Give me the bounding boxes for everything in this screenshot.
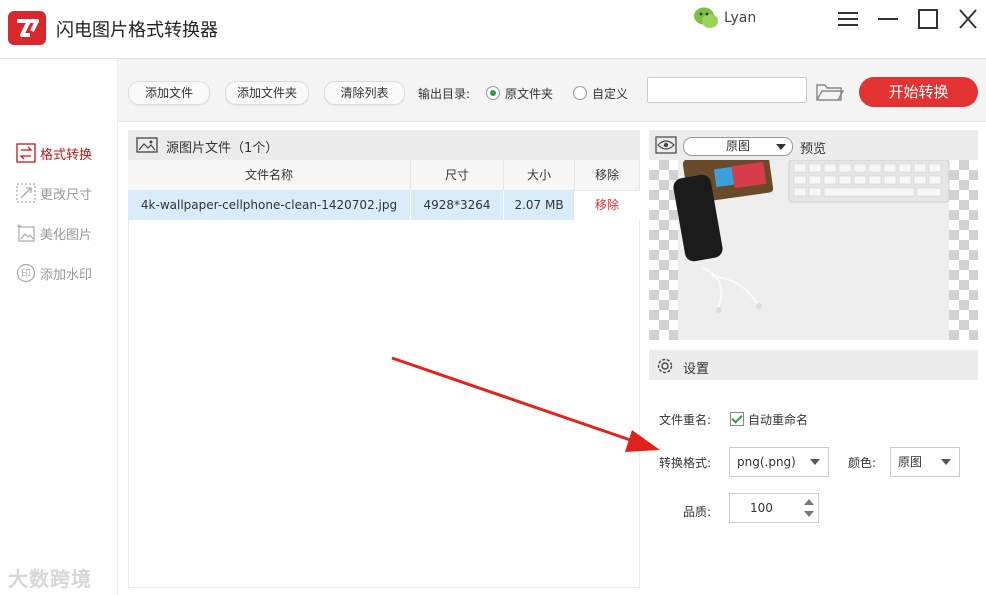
format-value: png(.png) xyxy=(737,455,796,469)
chevron-down-icon xyxy=(810,459,820,465)
app-title: 闪电图片格式转换器 xyxy=(56,20,218,41)
resize-icon xyxy=(16,183,36,203)
sidebar-item-resize[interactable]: 更改尺寸 xyxy=(16,181,116,205)
settings-title: 设置 xyxy=(683,362,710,377)
color-value: 原图 xyxy=(898,455,923,469)
file-list-title: 源图片文件（1个） xyxy=(166,141,279,156)
radio-source-folder[interactable] xyxy=(486,86,500,100)
sidebar-item-watermark[interactable]: 印 添加水印 xyxy=(16,261,116,285)
add-folder-button[interactable]: 添加文件夹 xyxy=(225,81,309,105)
stepper-up-icon[interactable] xyxy=(804,499,814,505)
annotation-arrow-icon xyxy=(391,356,660,452)
add-file-button[interactable]: 添加文件 xyxy=(128,81,210,105)
radio-source-label[interactable]: 原文件夹 xyxy=(505,85,553,102)
color-label: 颜色: xyxy=(848,456,877,470)
output-path-input[interactable] xyxy=(647,77,807,103)
folder-icon[interactable] xyxy=(815,80,845,102)
user-name[interactable]: Lyan xyxy=(724,10,756,26)
chevron-down-icon xyxy=(941,459,951,465)
quality-label: 品质: xyxy=(683,505,712,519)
column-header-remove: 移除 xyxy=(575,160,640,191)
swap-icon xyxy=(16,143,36,163)
file-name-cell: 4k-wallpaper-cellphone-clean-1420702.jpg xyxy=(128,191,411,220)
menu-icon[interactable] xyxy=(836,8,860,30)
eye-icon xyxy=(655,136,677,154)
watermark-text: 大数跨境 xyxy=(8,567,92,591)
sidebar-item-label: 更改尺寸 xyxy=(40,188,93,203)
auto-rename-checkbox[interactable] xyxy=(730,412,744,426)
column-header-name[interactable]: 文件名称 xyxy=(128,160,411,191)
stepper-down-icon[interactable] xyxy=(804,511,814,517)
auto-rename-label[interactable]: 自动重命名 xyxy=(748,411,808,428)
quality-stepper[interactable]: 100 xyxy=(729,493,819,523)
column-header-size[interactable]: 大小 xyxy=(504,160,575,191)
clear-list-button[interactable]: 清除列表 xyxy=(324,81,405,105)
maximize-icon[interactable] xyxy=(916,8,940,30)
color-select[interactable]: 原图 xyxy=(890,447,960,477)
watermark-icon: 印 xyxy=(16,263,36,283)
sidebar-item-label: 美化图片 xyxy=(40,228,93,243)
sidebar-item-label: 添加水印 xyxy=(40,268,93,283)
preview-image xyxy=(649,160,978,340)
preview-mode-select[interactable]: 原图 xyxy=(683,137,793,156)
output-dir-label: 输出目录: xyxy=(418,87,471,101)
chevron-down-icon xyxy=(776,144,786,150)
sidebar-item-beautify[interactable]: 美化图片 xyxy=(16,221,116,245)
remove-link[interactable]: 移除 xyxy=(575,191,640,220)
beautify-icon xyxy=(16,223,36,243)
app-logo xyxy=(8,11,46,45)
column-header-dimensions[interactable]: 尺寸 xyxy=(411,160,504,191)
quality-value: 100 xyxy=(750,501,773,515)
preview-mode-value: 原图 xyxy=(725,139,750,153)
close-icon[interactable] xyxy=(956,8,980,30)
sidebar xyxy=(0,59,118,595)
start-convert-button[interactable]: 开始转换 xyxy=(859,77,978,107)
radio-custom-label[interactable]: 自定义 xyxy=(592,85,628,102)
wechat-avatar-icon[interactable] xyxy=(692,4,720,32)
format-select[interactable]: png(.png) xyxy=(729,447,829,477)
image-icon xyxy=(136,137,158,153)
dimensions-cell: 4928*3264 xyxy=(411,191,504,220)
sidebar-item-label: 格式转换 xyxy=(40,148,93,163)
filesize-cell: 2.07 MB xyxy=(504,191,575,220)
svg-text:印: 印 xyxy=(21,268,31,280)
sidebar-item-format-convert[interactable]: 格式转换 xyxy=(16,141,116,165)
preview-label: 预览 xyxy=(800,142,827,157)
minimize-icon[interactable] xyxy=(876,8,900,30)
radio-custom[interactable] xyxy=(573,86,587,100)
